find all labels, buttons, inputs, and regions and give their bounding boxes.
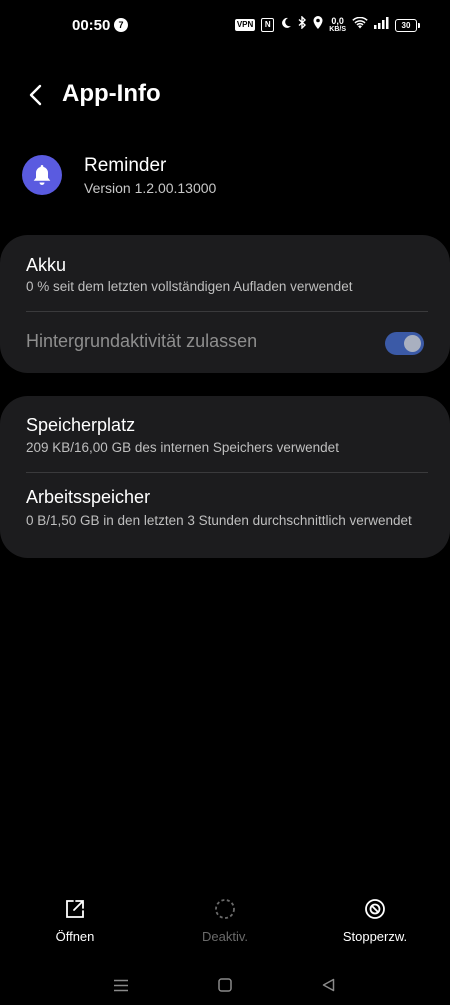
battery-level: 30 <box>395 18 417 32</box>
wifi-icon <box>352 16 368 34</box>
battery-card: Akku 0 % seit dem letzten vollständigen … <box>0 235 450 373</box>
back-triangle-icon <box>322 978 334 992</box>
status-bar: 00:50 7 VPN N 0,0 KB/S 30 <box>0 0 450 52</box>
app-summary: Reminder Version 1.2.00.13000 <box>0 150 450 210</box>
vpn-icon: VPN <box>234 19 256 31</box>
bluetooth-icon <box>298 15 307 34</box>
background-activity-toggle[interactable] <box>385 332 424 355</box>
force-stop-icon <box>365 899 385 919</box>
storage-subtitle: 209 KB/16,00 GB des internen Speichers v… <box>26 440 339 455</box>
page-title: App-Info <box>62 80 161 107</box>
background-activity-row[interactable]: Hintergrundaktivität zulassen <box>0 312 450 373</box>
notification-badge: 7 <box>114 18 128 32</box>
app-version: Version 1.2.00.13000 <box>84 180 217 196</box>
status-time: 00:50 <box>72 17 111 34</box>
storage-row[interactable]: Speicherplatz 209 KB/16,00 GB des intern… <box>0 396 450 472</box>
system-navigation-bar <box>0 965 450 1005</box>
location-icon <box>313 16 323 34</box>
cellular-signal-icon <box>374 16 389 34</box>
network-speed: 0,0 KB/S <box>329 16 346 34</box>
toggle-knob <box>404 335 421 352</box>
memory-subtitle: 0 B/1,50 GB in den letzten 3 Stunden dur… <box>26 513 412 528</box>
status-icons: VPN N 0,0 KB/S 30 <box>234 15 420 34</box>
memory-title: Arbeitsspeicher <box>26 487 151 507</box>
network-speed-value: 0,0 <box>331 16 344 26</box>
app-name: Reminder <box>84 155 167 176</box>
network-speed-unit: KB/S <box>329 26 346 33</box>
force-stop-button[interactable]: Stopperzw. <box>315 895 435 944</box>
recents-button[interactable] <box>106 971 136 999</box>
force-stop-label: Stopperzw. <box>342 929 408 944</box>
home-square-icon <box>218 978 232 992</box>
battery-subtitle: 0 % seit dem letzten vollständigen Aufla… <box>26 279 353 294</box>
battery-row[interactable]: Akku 0 % seit dem letzten vollständigen … <box>0 235 450 311</box>
disable-icon <box>215 899 235 919</box>
back-button[interactable] <box>18 78 52 112</box>
home-button[interactable] <box>210 971 240 999</box>
storage-title: Speicherplatz <box>26 415 136 435</box>
bell-icon <box>33 165 51 185</box>
disable-label: Deaktiv. <box>202 929 248 944</box>
open-button[interactable]: Öffnen <box>15 895 135 944</box>
battery-title: Akku <box>26 255 67 275</box>
menu-icon <box>114 979 128 991</box>
memory-row[interactable]: Arbeitsspeicher 0 B/1,50 GB in den letzt… <box>0 473 450 558</box>
back-nav-button[interactable] <box>313 971 343 999</box>
battery-icon: 30 <box>395 18 420 32</box>
storage-card: Speicherplatz 209 KB/16,00 GB des intern… <box>0 396 450 558</box>
chevron-left-icon <box>29 84 42 106</box>
open-external-icon <box>66 900 84 918</box>
app-bar: App-Info <box>0 70 450 120</box>
nfc-icon: N <box>261 18 275 32</box>
background-activity-label: Hintergrundaktivität zulassen <box>26 331 258 351</box>
disable-button[interactable]: Deaktiv. <box>165 895 285 944</box>
open-label: Öffnen <box>55 929 95 944</box>
bottom-action-bar: Öffnen Deaktiv. Stopperzw. <box>0 895 450 955</box>
app-icon <box>22 155 62 195</box>
do-not-disturb-moon-icon <box>280 16 292 34</box>
